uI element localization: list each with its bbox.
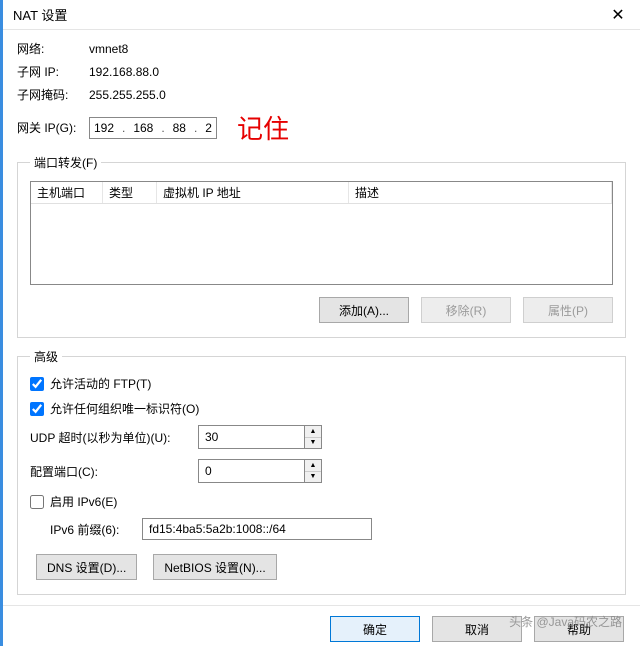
col-type[interactable]: 类型 (103, 182, 157, 203)
config-port-label: 配置端口(C): (30, 463, 198, 480)
subnet-mask-row: 子网掩码: 255.255.255.0 (17, 86, 626, 103)
config-port-input[interactable] (198, 459, 304, 483)
ipv6-prefix-row: IPv6 前缀(6): (50, 518, 613, 540)
content-area: 网络: vmnet8 子网 IP: 192.168.88.0 子网掩码: 255… (3, 30, 640, 595)
enable-ipv6-checkbox[interactable] (30, 495, 44, 509)
port-forward-table[interactable]: 主机端口 类型 虚拟机 IP 地址 描述 (30, 181, 613, 285)
allow-ftp-row: 允许活动的 FTP(T) (30, 375, 613, 392)
gateway-ip-input[interactable]: 192. 168. 88. 2 (89, 117, 217, 139)
add-button[interactable]: 添加(A)... (319, 297, 409, 323)
help-button[interactable]: 帮助 (534, 616, 624, 642)
ipv6-prefix-label: IPv6 前缀(6): (50, 521, 142, 538)
udp-timeout-arrows[interactable]: ▲ ▼ (304, 425, 322, 449)
allow-ftp-label[interactable]: 允许活动的 FTP(T) (50, 375, 151, 392)
udp-timeout-spinner[interactable]: ▲ ▼ (198, 425, 322, 449)
gateway-label: 网关 IP(G): (17, 119, 89, 136)
advanced-legend: 高级 (30, 348, 62, 365)
properties-button: 属性(P) (523, 297, 613, 323)
port-forward-buttons: 添加(A)... 移除(R) 属性(P) (30, 297, 613, 323)
network-value: vmnet8 (89, 42, 128, 56)
allow-ftp-checkbox[interactable] (30, 377, 44, 391)
spinner-down-icon[interactable]: ▼ (305, 472, 321, 483)
col-description[interactable]: 描述 (349, 182, 612, 203)
gateway-row: 网关 IP(G): 192. 168. 88. 2 记住 (17, 109, 626, 146)
close-icon: ✕ (611, 5, 624, 25)
ok-button[interactable]: 确定 (330, 616, 420, 642)
cancel-button[interactable]: 取消 (432, 616, 522, 642)
enable-ipv6-label[interactable]: 启用 IPv6(E) (50, 493, 117, 510)
gateway-octet-2[interactable]: 88 (173, 121, 186, 135)
gateway-octet-0[interactable]: 192 (94, 121, 114, 135)
ipv6-prefix-input[interactable] (142, 518, 372, 540)
config-port-row: 配置端口(C): ▲ ▼ (30, 459, 613, 483)
advanced-buttons: DNS 设置(D)... NetBIOS 设置(N)... (36, 554, 613, 580)
advanced-group: 高级 允许活动的 FTP(T) 允许任何组织唯一标识符(O) UDP 超时(以秒… (17, 348, 626, 595)
spinner-up-icon[interactable]: ▲ (305, 426, 321, 438)
udp-timeout-label: UDP 超时(以秒为单位)(U): (30, 429, 198, 446)
udp-timeout-input[interactable] (198, 425, 304, 449)
subnet-ip-value: 192.168.88.0 (89, 65, 159, 79)
subnet-mask-label: 子网掩码: (17, 86, 89, 103)
table-header: 主机端口 类型 虚拟机 IP 地址 描述 (31, 182, 612, 204)
subnet-mask-value: 255.255.255.0 (89, 88, 166, 102)
allow-oui-row: 允许任何组织唯一标识符(O) (30, 400, 613, 417)
window-title: NAT 设置 (13, 5, 67, 24)
col-vm-ip[interactable]: 虚拟机 IP 地址 (157, 182, 349, 203)
dialog-footer: 确定 取消 帮助 (3, 605, 640, 642)
col-host-port[interactable]: 主机端口 (31, 182, 103, 203)
gateway-octet-3[interactable]: 2 (205, 121, 212, 135)
config-port-arrows[interactable]: ▲ ▼ (304, 459, 322, 483)
gateway-octet-1[interactable]: 168 (133, 121, 153, 135)
config-port-spinner[interactable]: ▲ ▼ (198, 459, 322, 483)
port-forward-legend: 端口转发(F) (30, 154, 101, 171)
network-label: 网络: (17, 40, 89, 57)
enable-ipv6-row: 启用 IPv6(E) (30, 493, 613, 510)
dns-settings-button[interactable]: DNS 设置(D)... (36, 554, 137, 580)
port-forward-group: 端口转发(F) 主机端口 类型 虚拟机 IP 地址 描述 添加(A)... 移除… (17, 154, 626, 338)
spinner-down-icon[interactable]: ▼ (305, 438, 321, 449)
annotation-text: 记住 (237, 109, 289, 146)
allow-oui-label[interactable]: 允许任何组织唯一标识符(O) (50, 400, 199, 417)
allow-oui-checkbox[interactable] (30, 402, 44, 416)
spinner-up-icon[interactable]: ▲ (305, 460, 321, 472)
network-row: 网络: vmnet8 (17, 40, 626, 57)
remove-button: 移除(R) (421, 297, 511, 323)
udp-timeout-row: UDP 超时(以秒为单位)(U): ▲ ▼ (30, 425, 613, 449)
titlebar: NAT 设置 ✕ (3, 0, 640, 30)
netbios-settings-button[interactable]: NetBIOS 设置(N)... (153, 554, 276, 580)
close-button[interactable]: ✕ (596, 0, 640, 30)
subnet-ip-row: 子网 IP: 192.168.88.0 (17, 63, 626, 80)
subnet-ip-label: 子网 IP: (17, 63, 89, 80)
